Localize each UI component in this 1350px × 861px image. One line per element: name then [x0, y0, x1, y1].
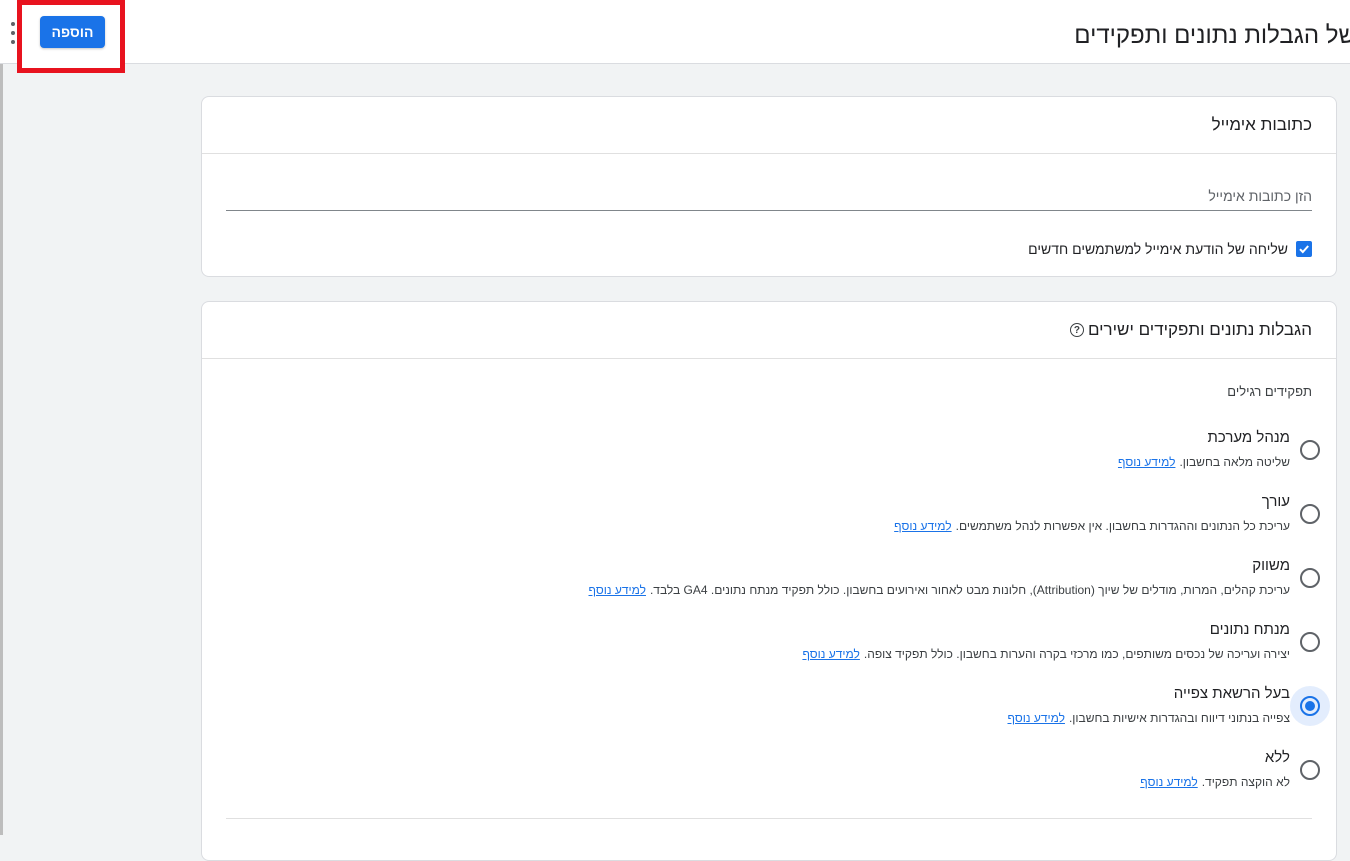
role-description-text: עריכת כל הנתונים וההגדרות בחשבון. אין אפ…	[955, 519, 1290, 533]
email-input[interactable]	[226, 181, 1312, 211]
role-option[interactable]: מנתח נתונים יצירה ועריכה של נכסים משותפים…	[802, 620, 1320, 662]
role-radio[interactable]	[1300, 504, 1320, 524]
role-option[interactable]: ללא לא הוקצה תפקיד. למידע נוסף	[1140, 748, 1320, 790]
role-description: יצירה ועריכה של נכסים משותפים, כמו מרכזי…	[802, 646, 1290, 662]
role-radio-wrap[interactable]	[1290, 430, 1330, 470]
role-description: צפייה בנתוני דיווח ובהגדרות אישיות בחשבו…	[1007, 710, 1290, 726]
role-option[interactable]: מנהל מערכת שליטה מלאה בחשבון. למידע נוסף	[1118, 428, 1320, 470]
role-description-text: עריכת קהלים, המרות, מודלים של שיוך (Attr…	[649, 583, 1290, 597]
role-radio-wrap[interactable]	[1290, 750, 1330, 790]
role-name: משווק	[1252, 557, 1290, 574]
role-name: מנתח נתונים	[1209, 621, 1290, 638]
role-name: מנהל מערכת	[1207, 429, 1290, 446]
page-title: של הגבלות נתונים ותפקידים	[1074, 22, 1350, 49]
roles-divider	[226, 818, 1312, 819]
role-text: בעל הרשאת צפייה צפייה בנתוני דיווח ובהגדר…	[1007, 684, 1290, 726]
role-radio-wrap[interactable]	[1290, 622, 1330, 662]
role-name: ללא	[1264, 749, 1290, 766]
role-name: בעל הרשאת צפייה	[1173, 685, 1290, 702]
check-icon	[1299, 245, 1309, 254]
top-bar: הוספה של הגבלות נתונים ותפקידים	[0, 0, 1350, 73]
learn-more-link[interactable]: למידע נוסף	[589, 583, 646, 597]
role-description: לא הוקצה תפקיד. למידע נוסף	[1140, 774, 1290, 790]
notify-checkbox[interactable]	[1296, 241, 1312, 257]
role-radio[interactable]	[1300, 440, 1320, 460]
role-name: עורך	[1261, 493, 1290, 510]
role-description: שליטה מלאה בחשבון. למידע נוסף	[1118, 454, 1290, 470]
role-description-text: שליטה מלאה בחשבון.	[1179, 455, 1290, 469]
role-text: מנתח נתונים יצירה ועריכה של נכסים משותפים…	[802, 620, 1290, 662]
roles-card-title: הגבלות נתונים ותפקידים ישירים	[1087, 320, 1312, 339]
roles-card: הגבלות נתונים ותפקידים ישירים ? תפקידים …	[201, 301, 1337, 861]
role-option[interactable]: עורך עריכת כל הנתונים וההגדרות בחשבון. אי…	[894, 492, 1320, 534]
learn-more-link[interactable]: למידע נוסף	[1140, 775, 1197, 789]
email-card-title: כתובות אימייל	[202, 97, 1336, 154]
role-text: ללא לא הוקצה תפקיד. למידע נוסף	[1140, 748, 1290, 790]
learn-more-link[interactable]: למידע נוסף	[1007, 711, 1064, 725]
role-radio-wrap[interactable]	[1290, 558, 1330, 598]
standard-roles-label: תפקידים רגילים	[1227, 384, 1312, 399]
add-button[interactable]: הוספה	[40, 16, 105, 48]
role-option[interactable]: משווק עריכת קהלים, המרות, מודלים של שיוך …	[589, 556, 1320, 598]
help-icon[interactable]: ?	[1069, 323, 1084, 337]
notify-label: שליחה של הודעת אימייל למשתמשים חדשים	[1028, 241, 1288, 257]
roles-card-header: הגבלות נתונים ותפקידים ישירים ?	[202, 302, 1336, 359]
role-text: משווק עריכת קהלים, המרות, מודלים של שיוך …	[589, 556, 1291, 598]
role-description: עריכת קהלים, המרות, מודלים של שיוך (Attr…	[589, 582, 1291, 598]
role-description-text: צפייה בנתוני דיווח ובהגדרות אישיות בחשבו…	[1068, 711, 1290, 725]
learn-more-link[interactable]: למידע נוסף	[802, 647, 859, 661]
role-text: מנהל מערכת שליטה מלאה בחשבון. למידע נוסף	[1118, 428, 1290, 470]
role-description: עריכת כל הנתונים וההגדרות בחשבון. אין אפ…	[894, 518, 1290, 534]
role-radio[interactable]	[1300, 760, 1320, 780]
notify-new-users-row[interactable]: שליחה של הודעת אימייל למשתמשים חדשים	[1028, 241, 1312, 257]
role-radio[interactable]	[1300, 696, 1320, 716]
email-card: כתובות אימייל שליחה של הודעת אימייל למשת…	[201, 96, 1337, 277]
role-radio[interactable]	[1300, 568, 1320, 588]
learn-more-link[interactable]: למידע נוסף	[894, 519, 951, 533]
role-option[interactable]: בעל הרשאת צפייה צפייה בנתוני דיווח ובהגדר…	[1007, 684, 1330, 726]
role-description-text: יצירה ועריכה של נכסים משותפים, כמו מרכזי…	[863, 647, 1290, 661]
role-description-text: לא הוקצה תפקיד.	[1201, 775, 1290, 789]
role-radio-wrap[interactable]	[1290, 686, 1330, 726]
role-radio-wrap[interactable]	[1290, 494, 1330, 534]
role-text: עורך עריכת כל הנתונים וההגדרות בחשבון. אי…	[894, 492, 1290, 534]
role-radio[interactable]	[1300, 632, 1320, 652]
left-edge-divider	[0, 64, 3, 835]
learn-more-link[interactable]: למידע נוסף	[1118, 455, 1175, 469]
